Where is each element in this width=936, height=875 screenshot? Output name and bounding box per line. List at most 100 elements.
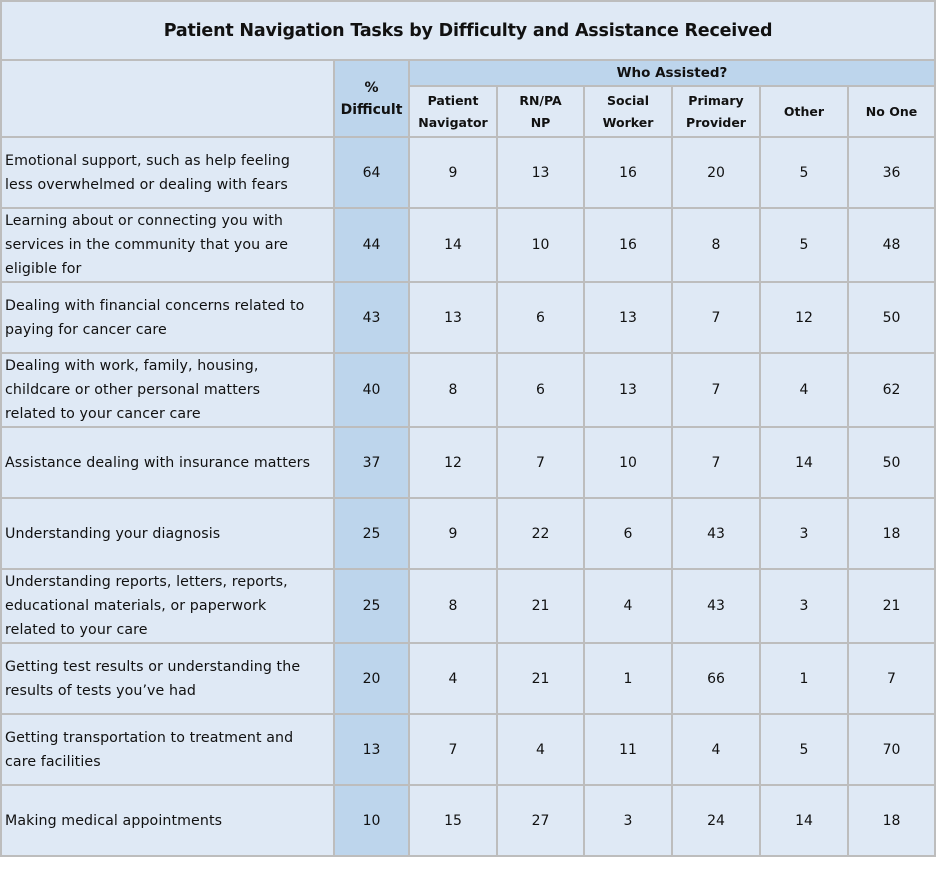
assist-value-no-one: 36 <box>847 136 936 209</box>
assist-value-patient-navigator: 12 <box>408 426 498 499</box>
column-header-line: Worker <box>602 114 654 130</box>
table-row: Understanding your diagnosis 25 9 22 6 43 3 18 <box>0 497 936 570</box>
task-label-line: care facilities <box>5 753 101 770</box>
assist-value-no-one: 62 <box>847 352 936 428</box>
column-header-line: Provider <box>686 114 746 130</box>
assist-value-social-worker: 16 <box>583 136 673 209</box>
assist-value-patient-navigator: 8 <box>408 352 498 428</box>
difficult-value: 40 <box>333 352 410 428</box>
column-header-rn-pa-np: RN/PA NP <box>496 85 585 138</box>
assist-value-patient-navigator: 13 <box>408 281 498 354</box>
task-label-line: related to your care <box>5 622 148 638</box>
assist-value-rn-pa-np: 13 <box>496 136 585 209</box>
task-label: Getting transportation to treatment and c… <box>0 713 335 786</box>
difficult-value: 20 <box>333 642 410 715</box>
table-row: Dealing with work, family, housing, child… <box>0 352 936 428</box>
table-row: Understanding reports, letters, reports,… <box>0 568 936 644</box>
difficult-header-line: % <box>364 79 379 96</box>
task-label-line: Getting transportation to treatment and <box>5 729 294 746</box>
assist-value-rn-pa-np: 10 <box>496 207 585 283</box>
assist-value-other: 14 <box>759 784 849 857</box>
assist-value-rn-pa-np: 27 <box>496 784 585 857</box>
assist-value-no-one: 50 <box>847 426 936 499</box>
column-header-line: No One <box>865 103 918 119</box>
assist-value-social-worker: 4 <box>583 568 673 644</box>
navigation-tasks-table: Patient Navigation Tasks by Difficulty a… <box>0 0 936 857</box>
column-header-line: Other <box>783 103 825 119</box>
table-row: Assistance dealing with insurance matter… <box>0 426 936 499</box>
task-label-line: educational materials, or paperwork <box>5 598 267 614</box>
table-row: Dealing with financial concerns related … <box>0 281 936 354</box>
column-header-patient-navigator: Patient Navigator <box>408 85 498 138</box>
task-label-line: Getting test results or understanding th… <box>5 658 301 675</box>
task-label: Getting test results or understanding th… <box>0 642 335 715</box>
title-row: Patient Navigation Tasks by Difficulty a… <box>0 0 936 61</box>
difficult-column-header: % Difficult <box>333 59 410 138</box>
assist-value-primary-provider: 20 <box>671 136 761 209</box>
assist-value-primary-provider: 7 <box>671 352 761 428</box>
assist-value-patient-navigator: 7 <box>408 713 498 786</box>
assist-value-social-worker: 3 <box>583 784 673 857</box>
assist-value-primary-provider: 4 <box>671 713 761 786</box>
task-column-header <box>0 59 335 138</box>
assist-value-other: 5 <box>759 713 849 786</box>
difficult-value: 10 <box>333 784 410 857</box>
task-label: Understanding reports, letters, reports,… <box>0 568 335 644</box>
column-header-line: Patient <box>427 92 479 108</box>
task-label-line: Dealing with financial concerns related … <box>5 297 305 314</box>
assist-value-social-worker: 1 <box>583 642 673 715</box>
assist-value-patient-navigator: 8 <box>408 568 498 644</box>
column-header-line: NP <box>530 114 551 130</box>
column-header-line: RN/PA <box>519 92 562 108</box>
task-label-line: results of tests you’ve had <box>5 682 196 699</box>
task-label: Learning about or connecting you with ser… <box>0 207 335 283</box>
task-label-line: services in the community that you are <box>5 237 289 253</box>
assist-value-other: 14 <box>759 426 849 499</box>
task-label: Emotional support, such as help feeling l… <box>0 136 335 209</box>
table-row: Making medical appointments 10 15 27 3 24 14 18 <box>0 784 936 857</box>
task-label-line: related to your cancer care <box>5 406 201 422</box>
table-body: Emotional support, such as help feeling l… <box>0 136 936 857</box>
task-label: Assistance dealing with insurance matter… <box>0 426 335 499</box>
assist-value-primary-provider: 7 <box>671 426 761 499</box>
assist-value-social-worker: 13 <box>583 281 673 354</box>
assist-value-primary-provider: 24 <box>671 784 761 857</box>
difficult-value: 44 <box>333 207 410 283</box>
assist-value-social-worker: 13 <box>583 352 673 428</box>
assist-value-other: 3 <box>759 568 849 644</box>
header-row-1: % Difficult Who Assisted? <box>0 59 936 138</box>
task-label-line: Emotional support, such as help feeling <box>5 152 290 169</box>
assist-value-primary-provider: 66 <box>671 642 761 715</box>
task-label-line: paying for cancer care <box>5 321 167 338</box>
difficult-value: 13 <box>333 713 410 786</box>
difficult-value: 25 <box>333 497 410 570</box>
assist-value-social-worker: 6 <box>583 497 673 570</box>
task-label-line: Understanding reports, letters, reports, <box>5 574 288 590</box>
table-container: Patient Navigation Tasks by Difficulty a… <box>0 0 936 873</box>
task-label-line: Making medical appointments <box>5 812 223 829</box>
assist-value-patient-navigator: 9 <box>408 497 498 570</box>
table-row: Getting test results or understanding th… <box>0 642 936 715</box>
assist-value-other: 5 <box>759 136 849 209</box>
who-assisted-group-header: Who Assisted? <box>408 59 936 87</box>
task-label: Making medical appointments <box>0 784 335 857</box>
assist-value-no-one: 50 <box>847 281 936 354</box>
assist-value-rn-pa-np: 6 <box>496 281 585 354</box>
assist-value-rn-pa-np: 22 <box>496 497 585 570</box>
assist-value-no-one: 70 <box>847 713 936 786</box>
column-header-line: Primary <box>688 92 744 108</box>
task-label-line: less overwhelmed or dealing with fears <box>5 176 288 193</box>
assist-value-patient-navigator: 15 <box>408 784 498 857</box>
difficult-value: 25 <box>333 568 410 644</box>
assist-value-no-one: 21 <box>847 568 936 644</box>
task-label-line: Learning about or connecting you with <box>5 213 283 229</box>
assist-value-primary-provider: 7 <box>671 281 761 354</box>
column-header-other: Other <box>759 85 849 138</box>
assist-value-other: 5 <box>759 207 849 283</box>
assist-value-no-one: 7 <box>847 642 936 715</box>
table-row: Emotional support, such as help feeling l… <box>0 136 936 209</box>
assist-value-no-one: 18 <box>847 497 936 570</box>
column-header-line: Navigator <box>418 114 488 130</box>
assist-value-no-one: 48 <box>847 207 936 283</box>
task-label: Dealing with financial concerns related … <box>0 281 335 354</box>
